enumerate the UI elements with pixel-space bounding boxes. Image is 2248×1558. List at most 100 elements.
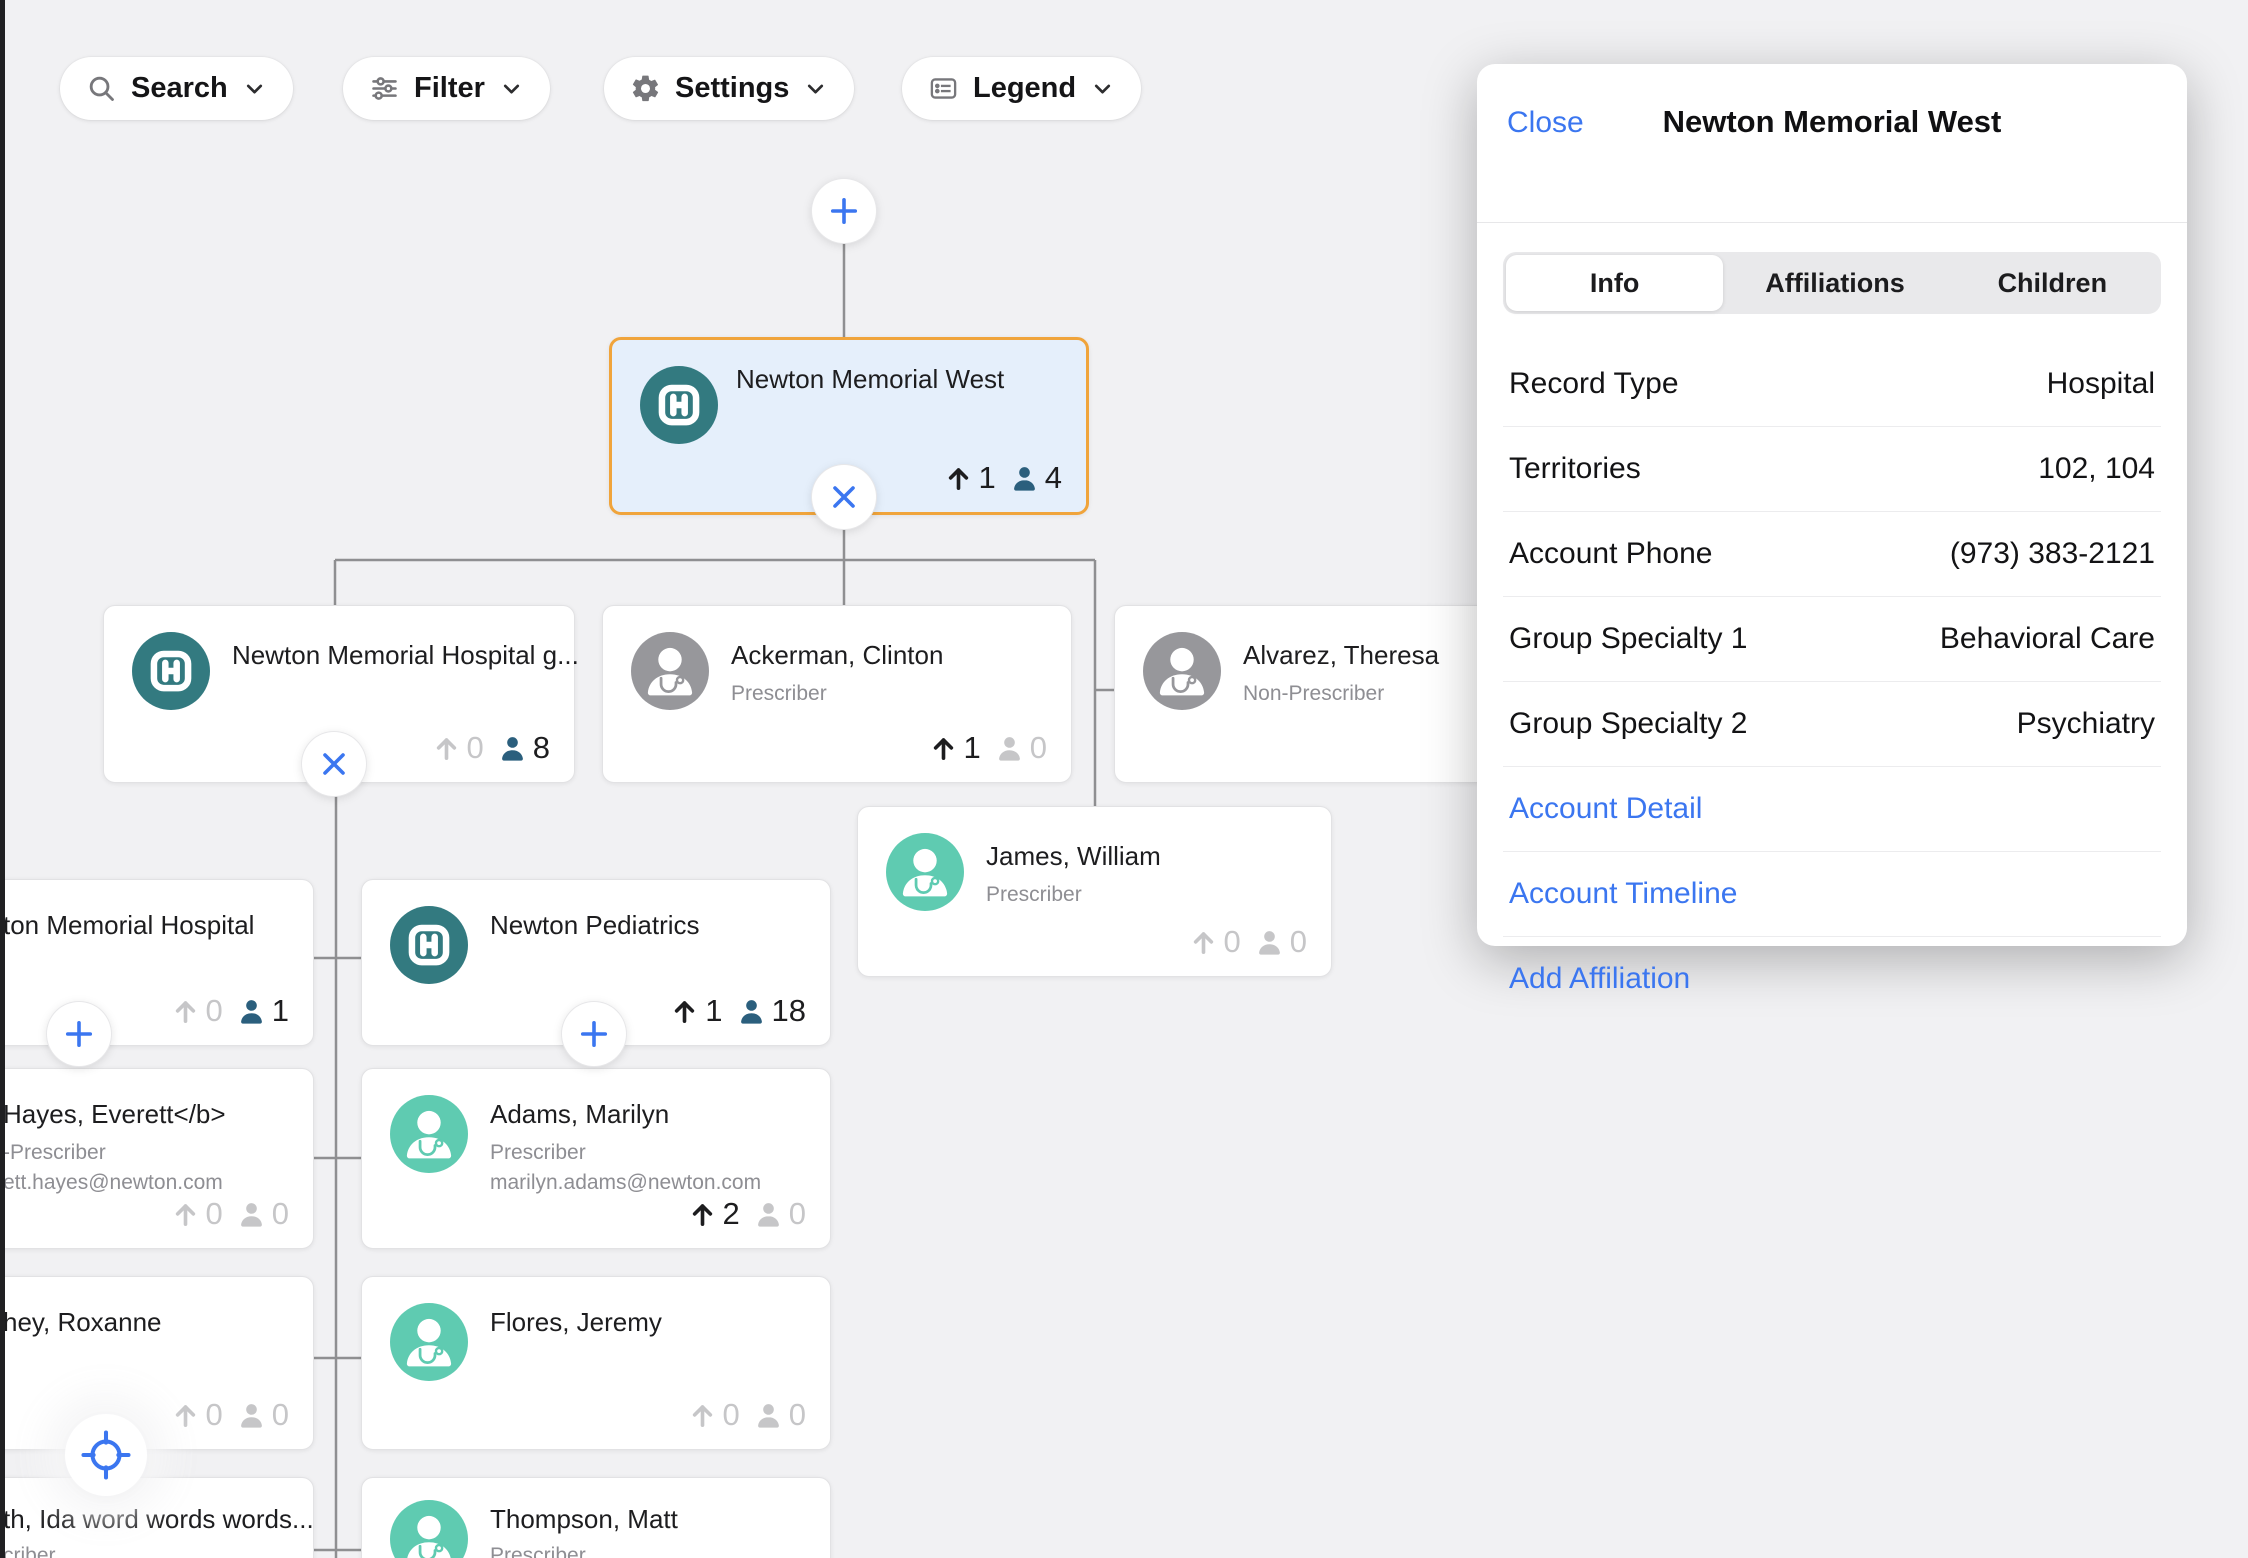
org-node-flores-jeremy[interactable]: Flores, Jeremy 0 0: [361, 1276, 831, 1450]
expand-children-button-memorial-hospital[interactable]: [47, 1002, 111, 1066]
filter-sliders-icon: [369, 73, 400, 104]
parent-count: 0: [171, 1196, 223, 1232]
node-name: Hayes, Everett</b>: [3, 1099, 226, 1130]
collapse-children-button-root[interactable]: [812, 465, 876, 529]
node-name: James, William: [986, 841, 1161, 872]
expand-children-button-pediatrics[interactable]: [562, 1002, 626, 1066]
node-name: Flores, Jeremy: [490, 1307, 662, 1338]
field-row-record-type: Record Type Hospital: [1503, 342, 2161, 427]
org-node-james-william[interactable]: James, William Prescriber 0 0: [857, 806, 1332, 977]
member-count: 0: [995, 730, 1047, 766]
plus-icon: [61, 1016, 97, 1052]
gear-icon: [630, 73, 661, 104]
node-name: Thompson, Matt: [490, 1504, 678, 1535]
node-counts: 0 0: [171, 1397, 290, 1433]
account-detail-link[interactable]: Account Detail: [1503, 767, 2161, 852]
up-arrow-icon: [171, 1401, 200, 1430]
settings-button[interactable]: Settings: [604, 57, 854, 120]
node-name: ton Memorial Hospital: [3, 910, 254, 941]
field-row-account-phone: Account Phone (973) 383-2121: [1503, 512, 2161, 597]
node-counts: 1 4: [944, 460, 1063, 496]
node-counts: 0 0: [688, 1397, 807, 1433]
org-node-roxanne[interactable]: hey, Roxanne 0 0: [0, 1276, 314, 1450]
field-value: Hospital: [2047, 367, 2155, 401]
add-affiliation-link[interactable]: Add Affiliation: [1503, 937, 2161, 1021]
account-timeline-link[interactable]: Account Timeline: [1503, 852, 2161, 937]
node-counts: 0 8: [432, 730, 551, 766]
field-value: 102, 104: [2038, 452, 2155, 486]
hierarchy-canvas[interactable]: Search Filter Settings Legend Newton Mem…: [0, 0, 2248, 1558]
legend-button[interactable]: Legend: [902, 57, 1141, 120]
search-button[interactable]: Search: [60, 57, 293, 120]
panel-tabs: Info Affiliations Children: [1503, 252, 2161, 314]
org-node-ida[interactable]: th, Ida word words words... criber: [0, 1477, 314, 1558]
parent-count: 1: [929, 730, 981, 766]
header-divider: [1477, 222, 2187, 223]
hospital-icon: [132, 632, 210, 710]
member-count: 0: [237, 1397, 289, 1433]
node-counts: 0 0: [1189, 924, 1308, 960]
node-name: Alvarez, Theresa: [1243, 640, 1439, 671]
collapse-children-button-nmh-group[interactable]: [302, 732, 366, 796]
search-button-label: Search: [131, 72, 228, 105]
node-subtitle: Prescriber: [490, 1141, 586, 1165]
tab-children[interactable]: Children: [1944, 252, 2161, 314]
member-count: 0: [754, 1397, 806, 1433]
parent-count: 0: [1189, 924, 1241, 960]
person-icon: [498, 734, 527, 763]
org-node-hayes-everett[interactable]: Hayes, Everett</b> -Prescriber ett.hayes…: [0, 1068, 314, 1249]
org-node-ackerman-clinton[interactable]: Ackerman, Clinton Prescriber 1 0: [602, 605, 1072, 783]
close-x-icon: [316, 746, 352, 782]
node-email: marilyn.adams@newton.com: [490, 1171, 761, 1195]
parent-count: 0: [688, 1397, 740, 1433]
chevron-down-icon: [242, 76, 267, 101]
node-counts: 0 0: [171, 1196, 290, 1232]
field-value: Behavioral Care: [1940, 622, 2155, 656]
person-icon: [737, 997, 766, 1026]
org-node-adams-marilyn[interactable]: Adams, Marilyn Prescriber marilyn.adams@…: [361, 1068, 831, 1249]
person-icon: [1010, 464, 1039, 493]
member-count: 4: [1010, 460, 1062, 496]
chevron-down-icon: [1090, 76, 1115, 101]
filter-button[interactable]: Filter: [343, 57, 550, 120]
node-subtitle: Prescriber: [986, 883, 1082, 907]
person-icon: [754, 1401, 783, 1430]
node-name: th, Ida word words words...: [3, 1504, 314, 1535]
parent-count: 1: [944, 460, 996, 496]
up-arrow-icon: [944, 464, 973, 493]
node-email: ett.hayes@newton.com: [3, 1171, 223, 1195]
node-counts: 1 18: [670, 993, 806, 1029]
node-counts: 2 0: [688, 1196, 807, 1232]
up-arrow-icon: [929, 734, 958, 763]
recenter-button[interactable]: [65, 1414, 147, 1496]
tab-affiliations[interactable]: Affiliations: [1726, 252, 1943, 314]
doctor-avatar: [390, 1500, 468, 1558]
node-subtitle: Prescriber: [490, 1544, 586, 1558]
field-value: Psychiatry: [2017, 707, 2155, 741]
doctor-avatar: [390, 1095, 468, 1173]
account-info-panel: Close Newton Memorial West Info Affiliat…: [1477, 64, 2187, 946]
chevron-down-icon: [499, 76, 524, 101]
person-icon: [1255, 928, 1284, 957]
member-count: 8: [498, 730, 550, 766]
parent-count: 0: [171, 993, 223, 1029]
doctor-avatar: [390, 1303, 468, 1381]
field-label: Group Specialty 2: [1509, 707, 1747, 741]
node-subtitle: -Prescriber: [3, 1141, 106, 1165]
person-icon: [754, 1200, 783, 1229]
org-node-memorial-hospital[interactable]: ton Memorial Hospital 0 1: [0, 879, 314, 1046]
org-node-thompson-matt[interactable]: Thompson, Matt Prescriber matt.thompson@…: [361, 1477, 831, 1558]
field-row-group-specialty-1: Group Specialty 1 Behavioral Care: [1503, 597, 2161, 682]
doctor-avatar: [1143, 632, 1221, 710]
close-x-icon: [826, 479, 862, 515]
node-name: Newton Memorial Hospital g...: [232, 640, 579, 671]
panel-title: Newton Memorial West: [1477, 104, 2187, 140]
plus-icon: [576, 1016, 612, 1052]
up-arrow-icon: [670, 997, 699, 1026]
add-parent-button[interactable]: [812, 179, 876, 243]
node-name: hey, Roxanne: [3, 1307, 162, 1338]
viewport-left-edge: [0, 0, 5, 1558]
search-icon: [86, 73, 117, 104]
tab-info[interactable]: Info: [1506, 255, 1723, 311]
filter-button-label: Filter: [414, 72, 485, 105]
